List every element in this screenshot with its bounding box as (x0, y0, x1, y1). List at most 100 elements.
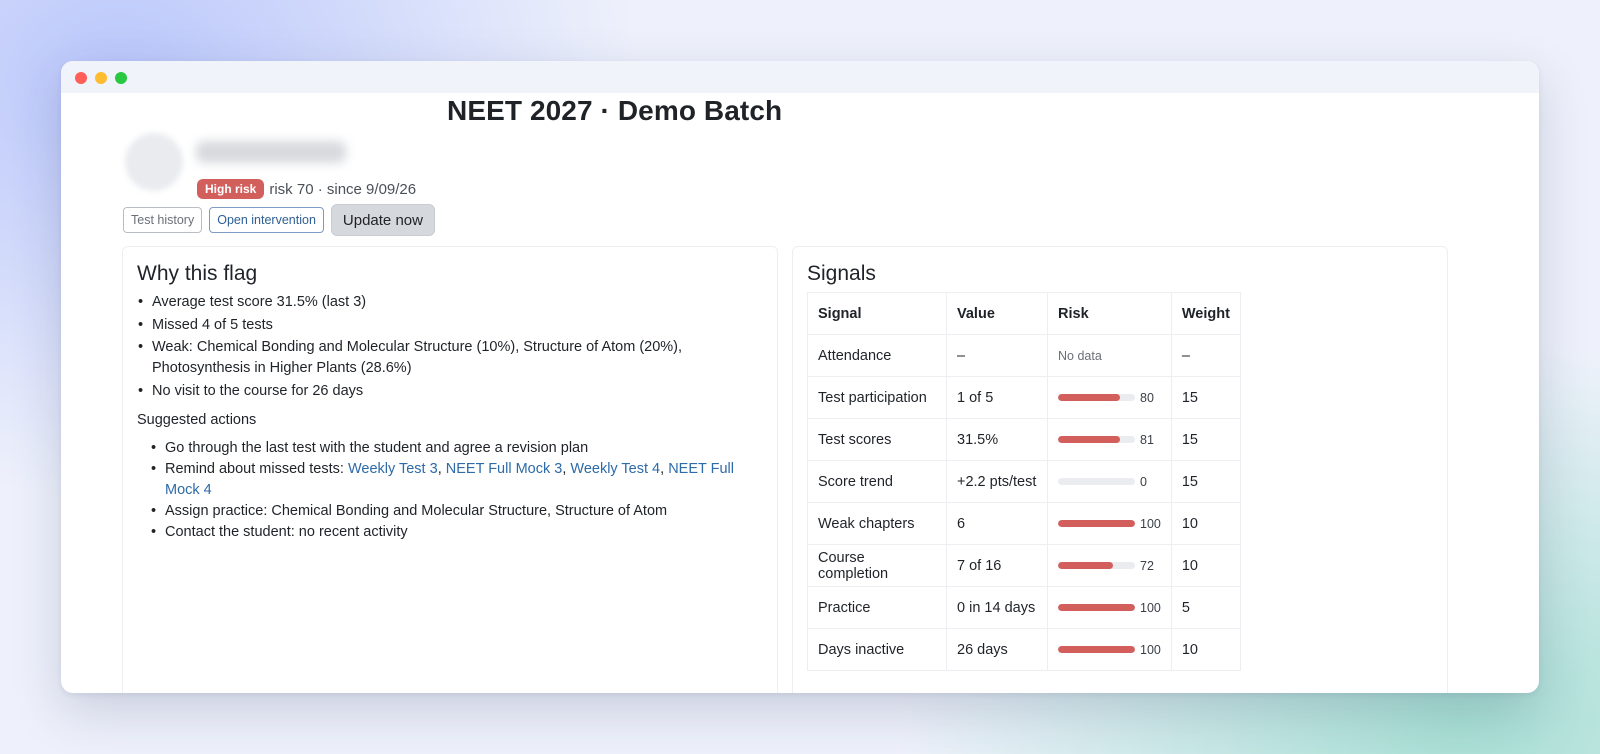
table-row: Test participation 1 of 5 80 15 (807, 376, 1241, 419)
risk-bar-track (1058, 604, 1135, 611)
risk-score: 72 (1140, 558, 1154, 573)
missed-test-link[interactable]: Weekly Test 4 (570, 461, 660, 477)
app-window: NEET 2027 · Demo Batch High risk risk 70… (61, 61, 1539, 693)
link-separator: , (437, 461, 446, 477)
risk-bar-fill (1058, 394, 1120, 401)
suggested-action-text: Remind about missed tests: (165, 461, 348, 477)
student-name-redacted (196, 141, 346, 163)
risk-meter: 72 (1058, 559, 1161, 573)
table-row: Course completion 7 of 16 72 10 (807, 544, 1241, 587)
risk-bar-track (1058, 436, 1135, 443)
column-header: Value (946, 292, 1048, 335)
risk-bar-track (1058, 394, 1135, 401)
why-flag-card: Why this flag Average test score 31.5% (… (122, 246, 778, 693)
signal-name: Test scores (807, 418, 947, 461)
risk-score: 0 (1140, 474, 1147, 489)
suggested-action-list: Go through the last test with the studen… (150, 438, 770, 543)
risk-score: 100 (1140, 642, 1161, 657)
signals-table: Signal Value Risk Weight Attendance – No d… (807, 292, 1241, 671)
signals-title: Signals (807, 262, 876, 285)
risk-bar-fill (1058, 562, 1114, 569)
signal-risk: 72 (1047, 544, 1172, 587)
risk-meter: 100 (1058, 517, 1161, 531)
signal-value: 1 of 5 (946, 376, 1048, 419)
signal-value: 6 (946, 502, 1048, 545)
risk-meta: risk 70 · since 9/09/26 (269, 180, 417, 198)
reason-item: Missed 4 of 5 tests (137, 315, 767, 336)
risk-score: 100 (1140, 600, 1161, 615)
signal-risk: 81 (1047, 418, 1172, 461)
signal-name: Attendance (807, 334, 947, 377)
missed-test-link[interactable]: Weekly Test 3 (348, 461, 438, 477)
risk-score: 100 (1140, 516, 1161, 531)
reason-item: Weak: Chemical Bonding and Molecular Str… (137, 337, 767, 379)
signal-name: Days inactive (807, 628, 947, 671)
table-row: Score trend +2.2 pts/test 0 15 (807, 460, 1241, 503)
signal-name: Score trend (807, 460, 947, 503)
risk-badge: High risk (197, 179, 265, 199)
risk-bar-track (1058, 478, 1135, 485)
page-title: NEET 2027 · Demo Batch (447, 95, 783, 126)
signal-weight: 15 (1170, 460, 1241, 503)
reason-item: No visit to the course for 26 days (137, 381, 767, 402)
table-row: Attendance – No data – (807, 334, 1241, 377)
risk-summary: High risk risk 70 · since 9/09/26 (197, 179, 416, 199)
close-window-button[interactable] (75, 72, 87, 84)
table-row: Weak chapters 6 100 10 (807, 502, 1241, 545)
signal-value: +2.2 pts/test (946, 460, 1048, 503)
suggested-actions-title: Suggested actions (137, 412, 257, 428)
reason-item: Average test score 31.5% (last 3) (137, 292, 767, 313)
risk-bar-track (1058, 562, 1135, 569)
open-intervention-button[interactable]: Open intervention (209, 207, 324, 233)
column-header: Risk (1047, 292, 1172, 335)
risk-meter: 100 (1058, 643, 1161, 657)
risk-bar-track (1058, 646, 1135, 653)
test-history-button[interactable]: Test history (123, 207, 203, 233)
missed-test-link[interactable]: NEET Full Mock 3 (446, 461, 563, 477)
column-header: Signal (807, 292, 947, 335)
title-bar (61, 61, 1539, 93)
update-now-button[interactable]: Update now (330, 204, 435, 236)
table-row: Days inactive 26 days 100 10 (807, 628, 1241, 671)
risk-bar-fill (1058, 520, 1135, 527)
table-header-row: Signal Value Risk Weight (807, 292, 1241, 335)
student-avatar (125, 133, 183, 191)
link-separator: , (660, 461, 669, 477)
risk-bar-fill (1058, 604, 1135, 611)
signal-name: Practice (807, 586, 947, 629)
risk-score: 80 (1140, 390, 1154, 405)
signal-risk: 80 (1047, 376, 1172, 419)
signal-name: Weak chapters (807, 502, 947, 545)
suggested-action-item: Contact the student: no recent activity (150, 522, 770, 543)
signal-value: 26 days (946, 628, 1048, 671)
action-bar: Test history Open intervention Update no… (123, 204, 435, 236)
signal-weight: – (1170, 334, 1241, 377)
risk-meter: 81 (1058, 433, 1161, 447)
signals-card: Signals Signal Value Risk Weight Attenda… (792, 246, 1448, 693)
signal-name: Course completion (807, 544, 947, 587)
column-header: Weight (1170, 292, 1241, 335)
signal-weight: 10 (1170, 628, 1241, 671)
risk-meter: 0 (1058, 475, 1161, 489)
suggested-action-item: Remind about missed tests: Weekly Test 3… (150, 459, 770, 501)
signal-value: – (946, 334, 1048, 377)
risk-bar-fill (1058, 436, 1121, 443)
suggested-action-item: Go through the last test with the studen… (150, 438, 770, 459)
no-data-label: No data (1058, 348, 1102, 363)
signal-risk: 100 (1047, 586, 1172, 629)
minimize-window-button[interactable] (95, 72, 107, 84)
signal-risk: No data (1047, 334, 1172, 377)
signal-weight: 5 (1170, 586, 1241, 629)
risk-meter: 80 (1058, 391, 1161, 405)
signal-risk: 100 (1047, 628, 1172, 671)
risk-meter: 100 (1058, 601, 1161, 615)
why-flag-title: Why this flag (137, 262, 258, 285)
risk-bar-track (1058, 520, 1135, 527)
signal-risk: 100 (1047, 502, 1172, 545)
signal-value: 31.5% (946, 418, 1048, 461)
signal-risk: 0 (1047, 460, 1172, 503)
suggested-action-item: Assign practice: Chemical Bonding and Mo… (150, 501, 770, 522)
page-content: NEET 2027 · Demo Batch High risk risk 70… (61, 93, 1539, 693)
table-row: Test scores 31.5% 81 15 (807, 418, 1241, 461)
zoom-window-button[interactable] (115, 72, 127, 84)
